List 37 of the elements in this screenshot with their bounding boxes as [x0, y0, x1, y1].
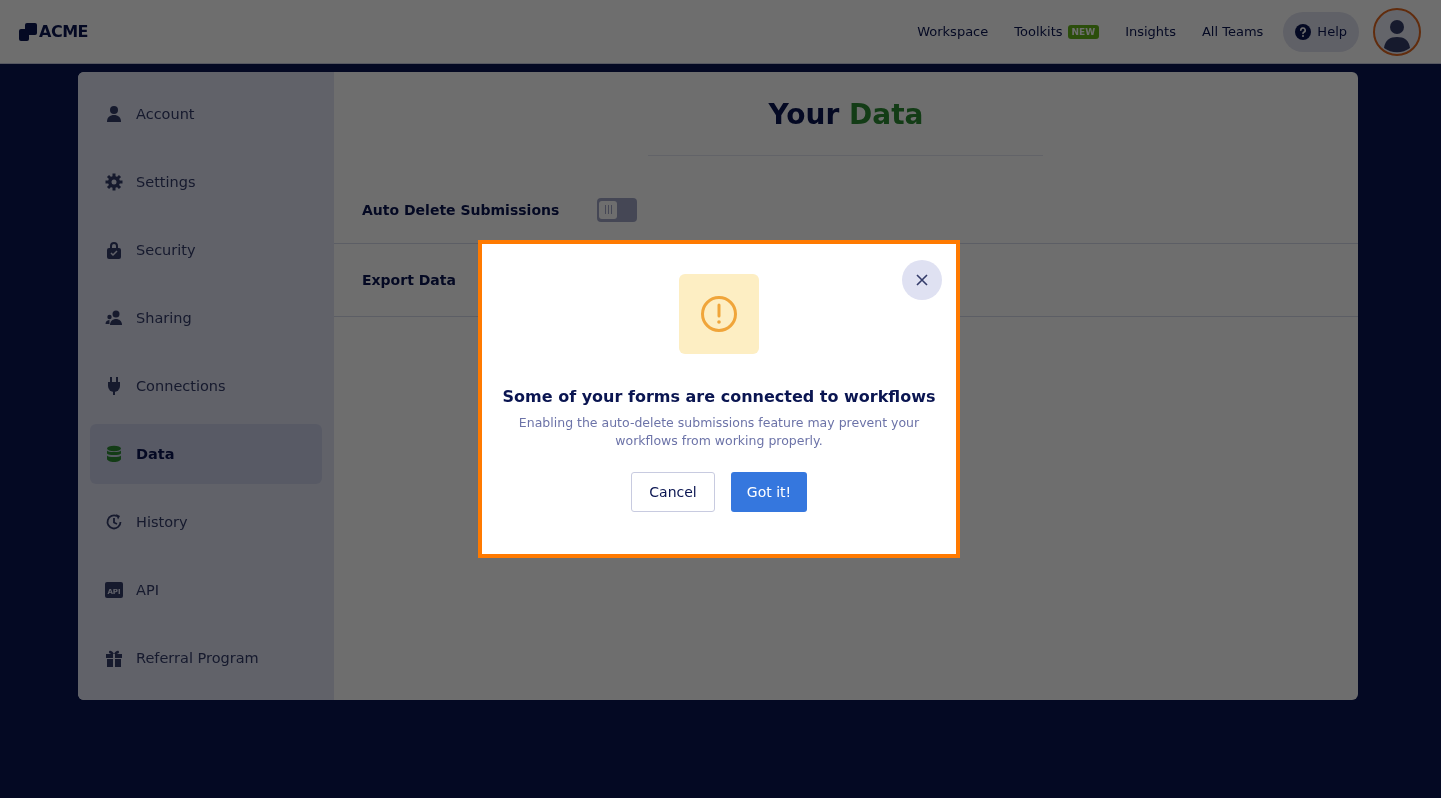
sidebar-item[interactable]: History: [90, 492, 322, 552]
plug-icon: [105, 377, 123, 395]
person-icon: [105, 105, 123, 123]
nav-link[interactable]: All Teams: [1201, 24, 1264, 39]
confirm-button[interactable]: Got it!: [731, 472, 807, 512]
database-icon: [105, 445, 123, 463]
nav-link[interactable]: Workspace: [917, 24, 989, 39]
page-title: Your Data: [767, 98, 925, 131]
settings-icon: [105, 173, 123, 191]
sidebar-item[interactable]: Settings: [90, 152, 322, 212]
cancel-button[interactable]: Cancel: [631, 472, 715, 512]
sidebar-item[interactable]: Referral Program: [90, 628, 322, 688]
dialog-message: Enabling the auto-delete submissions feature may prevent your workflows from working properly.: [517, 414, 921, 450]
lock-icon: [105, 241, 123, 259]
warning-icon: [700, 295, 738, 333]
new-badge: NEW: [1067, 24, 1100, 39]
logo-icon: [19, 22, 37, 41]
sidebar-item[interactable]: Sharing: [90, 288, 322, 348]
help-button[interactable]: Help: [1283, 11, 1359, 52]
nav-link[interactable]: Insights: [1125, 24, 1176, 39]
people-icon: [105, 309, 123, 327]
nav-link[interactable]: Toolkits: [1014, 24, 1063, 39]
logo-text: ACME: [39, 22, 88, 41]
gift-icon: [105, 649, 123, 667]
setting-label: Export Data: [362, 272, 456, 288]
sidebar-item[interactable]: Security: [90, 220, 322, 280]
avatar-icon[interactable]: [1373, 7, 1421, 56]
toggle-switch[interactable]: [597, 197, 638, 222]
sidebar-item[interactable]: Account: [90, 84, 322, 144]
help-icon: [1295, 23, 1312, 40]
history-icon: [105, 513, 123, 531]
dialog-title: Some of your forms are connected to workflows: [502, 387, 936, 406]
sidebar-item[interactable]: Data: [90, 424, 322, 484]
close-button[interactable]: [902, 260, 942, 300]
close-icon: [916, 274, 928, 286]
sidebar-item[interactable]: Connections: [90, 356, 322, 416]
setting-label: Auto Delete Submissions: [362, 201, 560, 218]
